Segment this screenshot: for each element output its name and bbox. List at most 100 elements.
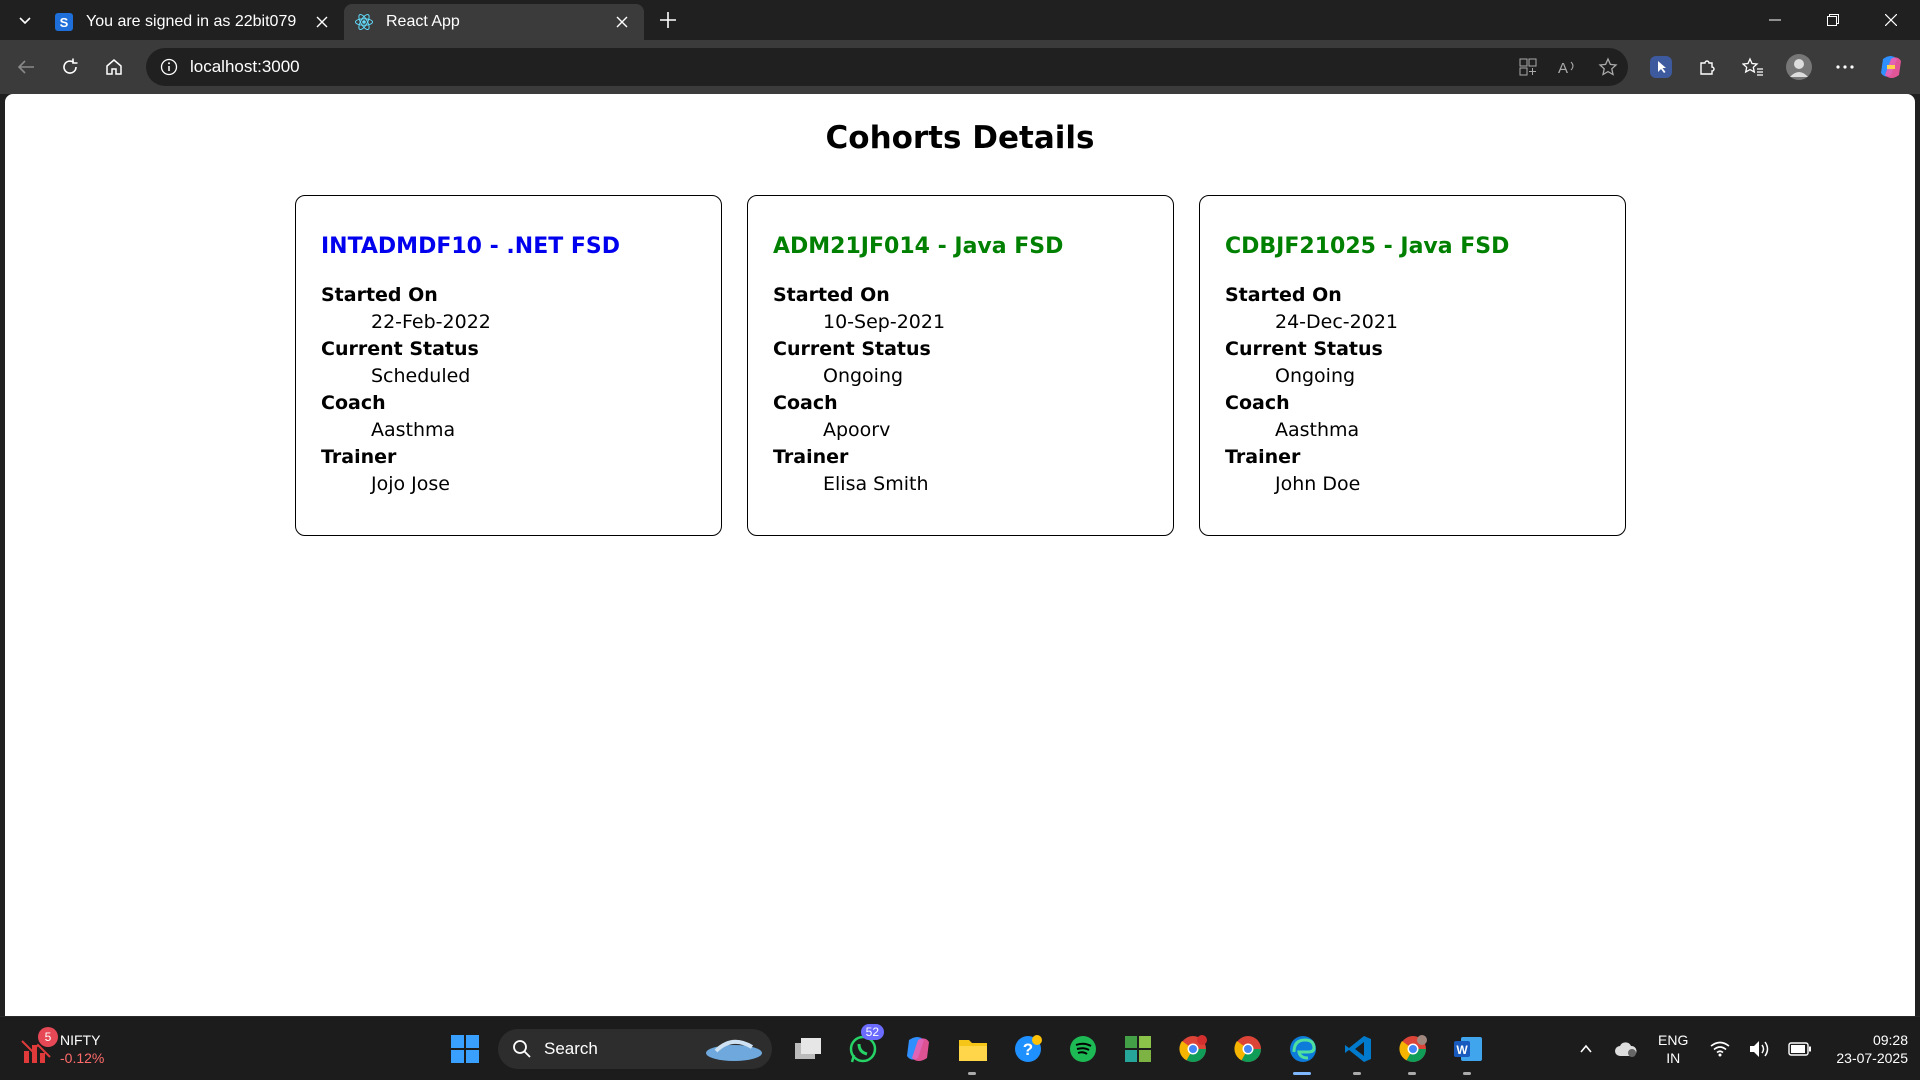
copilot-app[interactable] xyxy=(890,1023,945,1075)
more-icon xyxy=(1836,65,1854,69)
task-view-button[interactable] xyxy=(780,1023,835,1075)
running-indicator xyxy=(968,1072,976,1075)
page-viewport: Cohorts Details INTADMDF10 - .NET FSD St… xyxy=(5,94,1915,1016)
tab-title: React App xyxy=(386,13,460,30)
wifi-button[interactable] xyxy=(1700,1029,1740,1069)
chrome-app-2[interactable] xyxy=(1220,1023,1275,1075)
started-on-label: Started On xyxy=(321,284,438,306)
input-language-button[interactable]: ENG IN xyxy=(1658,1031,1688,1067)
whatsapp-app[interactable]: 52 xyxy=(835,1023,890,1075)
coach-value: Apoorv xyxy=(823,419,891,441)
address-bar[interactable]: localhost:3000 A xyxy=(146,48,1628,86)
coach-label: Coach xyxy=(1225,392,1290,414)
favorites-icon xyxy=(1742,57,1763,76)
puzzle-icon xyxy=(1700,60,1715,75)
running-indicator xyxy=(1353,1072,1361,1075)
status-value: Ongoing xyxy=(1275,365,1356,387)
stock-widget[interactable]: 5 NIFTY -0.12% xyxy=(20,1027,105,1067)
help-app[interactable]: ? xyxy=(1000,1023,1055,1075)
toolbar-actions xyxy=(1638,47,1914,87)
chevron-up-icon xyxy=(1580,1044,1592,1053)
vscode-app[interactable] xyxy=(1330,1023,1385,1075)
chrome-icon xyxy=(1233,1036,1261,1063)
folder-icon xyxy=(958,1040,987,1061)
tab-signed-in[interactable]: S You are signed in as 22bit079 xyxy=(44,4,344,40)
spaces-app[interactable] xyxy=(1110,1023,1165,1075)
show-hidden-icons-button[interactable] xyxy=(1566,1029,1606,1069)
word-app[interactable]: W xyxy=(1440,1023,1495,1075)
chrome-icon xyxy=(1398,1035,1427,1063)
page-title: Cohorts Details xyxy=(825,120,1095,156)
cohort-name: INTADMDF10 - .NET FSD xyxy=(321,234,621,259)
apps-icon xyxy=(1519,58,1537,76)
volume-button[interactable] xyxy=(1740,1029,1780,1069)
taskbar-apps: Search 52 ? W xyxy=(440,1023,1495,1075)
cohort-name: CDBJF21025 - Java FSD xyxy=(1225,234,1510,259)
coach-value: Aasthma xyxy=(371,419,456,441)
copilot-button[interactable] xyxy=(1868,47,1914,87)
copilot-icon xyxy=(906,1037,929,1061)
clock-button[interactable]: 09:28 23-07-2025 xyxy=(1836,1031,1908,1067)
svg-text:W: W xyxy=(1456,1043,1468,1057)
back-button[interactable] xyxy=(4,47,48,87)
tab-actions-menu[interactable] xyxy=(6,2,44,38)
lang-line2: IN xyxy=(1666,1050,1681,1066)
status-label: Current Status xyxy=(1225,338,1383,360)
chrome-app-1[interactable] xyxy=(1165,1023,1220,1075)
read-aloud-button[interactable]: A xyxy=(1548,48,1588,86)
status-label: Current Status xyxy=(321,338,479,360)
svg-text:S: S xyxy=(60,15,69,30)
taskbar-search[interactable]: Search xyxy=(498,1029,772,1069)
tab-react-app[interactable]: React App xyxy=(344,4,644,40)
profile-button[interactable] xyxy=(1776,47,1822,87)
windows-icon xyxy=(451,1035,479,1063)
unread-badge: 52 xyxy=(860,1024,884,1040)
trainer-label: Trainer xyxy=(1225,446,1301,468)
svg-text:?: ? xyxy=(1022,1040,1032,1059)
edge-app[interactable] xyxy=(1275,1023,1330,1075)
browser-toolbar: localhost:3000 A xyxy=(0,40,1920,94)
home-button[interactable] xyxy=(92,47,136,87)
minimize-icon xyxy=(1769,19,1781,21)
running-indicator xyxy=(1408,1072,1416,1075)
spotify-app[interactable] xyxy=(1055,1023,1110,1075)
spaces-icon xyxy=(1124,1036,1151,1062)
start-button[interactable] xyxy=(440,1024,490,1074)
search-label: Search xyxy=(544,1039,598,1058)
settings-more-button[interactable] xyxy=(1822,47,1868,87)
extensions-button[interactable] xyxy=(1684,47,1730,87)
restore-button[interactable] xyxy=(1804,0,1862,40)
word-icon: W xyxy=(1453,1037,1482,1061)
onedrive-button[interactable] xyxy=(1606,1029,1646,1069)
help-icon: ? xyxy=(1014,1035,1042,1062)
url-text[interactable]: localhost:3000 xyxy=(190,57,300,77)
trainer-value: John Doe xyxy=(1275,473,1361,495)
new-tab-button[interactable] xyxy=(650,2,686,38)
battery-button[interactable] xyxy=(1780,1029,1820,1069)
notification-badge: 5 xyxy=(38,1027,58,1047)
app-available-button[interactable] xyxy=(1508,48,1548,86)
close-tab-icon[interactable] xyxy=(310,10,334,34)
favorites-button[interactable] xyxy=(1730,47,1776,87)
chrome-app-3[interactable] xyxy=(1385,1023,1440,1075)
read-aloud-icon: A xyxy=(1558,60,1574,76)
file-explorer-app[interactable] xyxy=(945,1023,1000,1075)
started-on-value: 22-Feb-2022 xyxy=(371,311,491,333)
trainer-label: Trainer xyxy=(773,446,849,468)
favorite-button[interactable] xyxy=(1588,48,1628,86)
close-window-button[interactable] xyxy=(1862,0,1920,40)
ticker-change: -0.12% xyxy=(60,1050,105,1066)
status-value: Scheduled xyxy=(371,365,471,387)
minimize-button[interactable] xyxy=(1746,0,1804,40)
close-tab-icon[interactable] xyxy=(610,10,634,34)
coach-label: Coach xyxy=(773,392,838,414)
started-on-value: 24-Dec-2021 xyxy=(1275,311,1399,333)
extension-button[interactable] xyxy=(1638,47,1684,87)
system-tray: ENG IN 09:28 23-07-2025 xyxy=(1566,1017,1908,1080)
search-highlight-icon xyxy=(702,1033,766,1070)
task-view-icon xyxy=(794,1038,821,1059)
coach-label: Coach xyxy=(321,392,386,414)
started-on-value: 10-Sep-2021 xyxy=(823,311,946,333)
refresh-button[interactable] xyxy=(48,47,92,87)
info-icon[interactable] xyxy=(160,58,178,76)
